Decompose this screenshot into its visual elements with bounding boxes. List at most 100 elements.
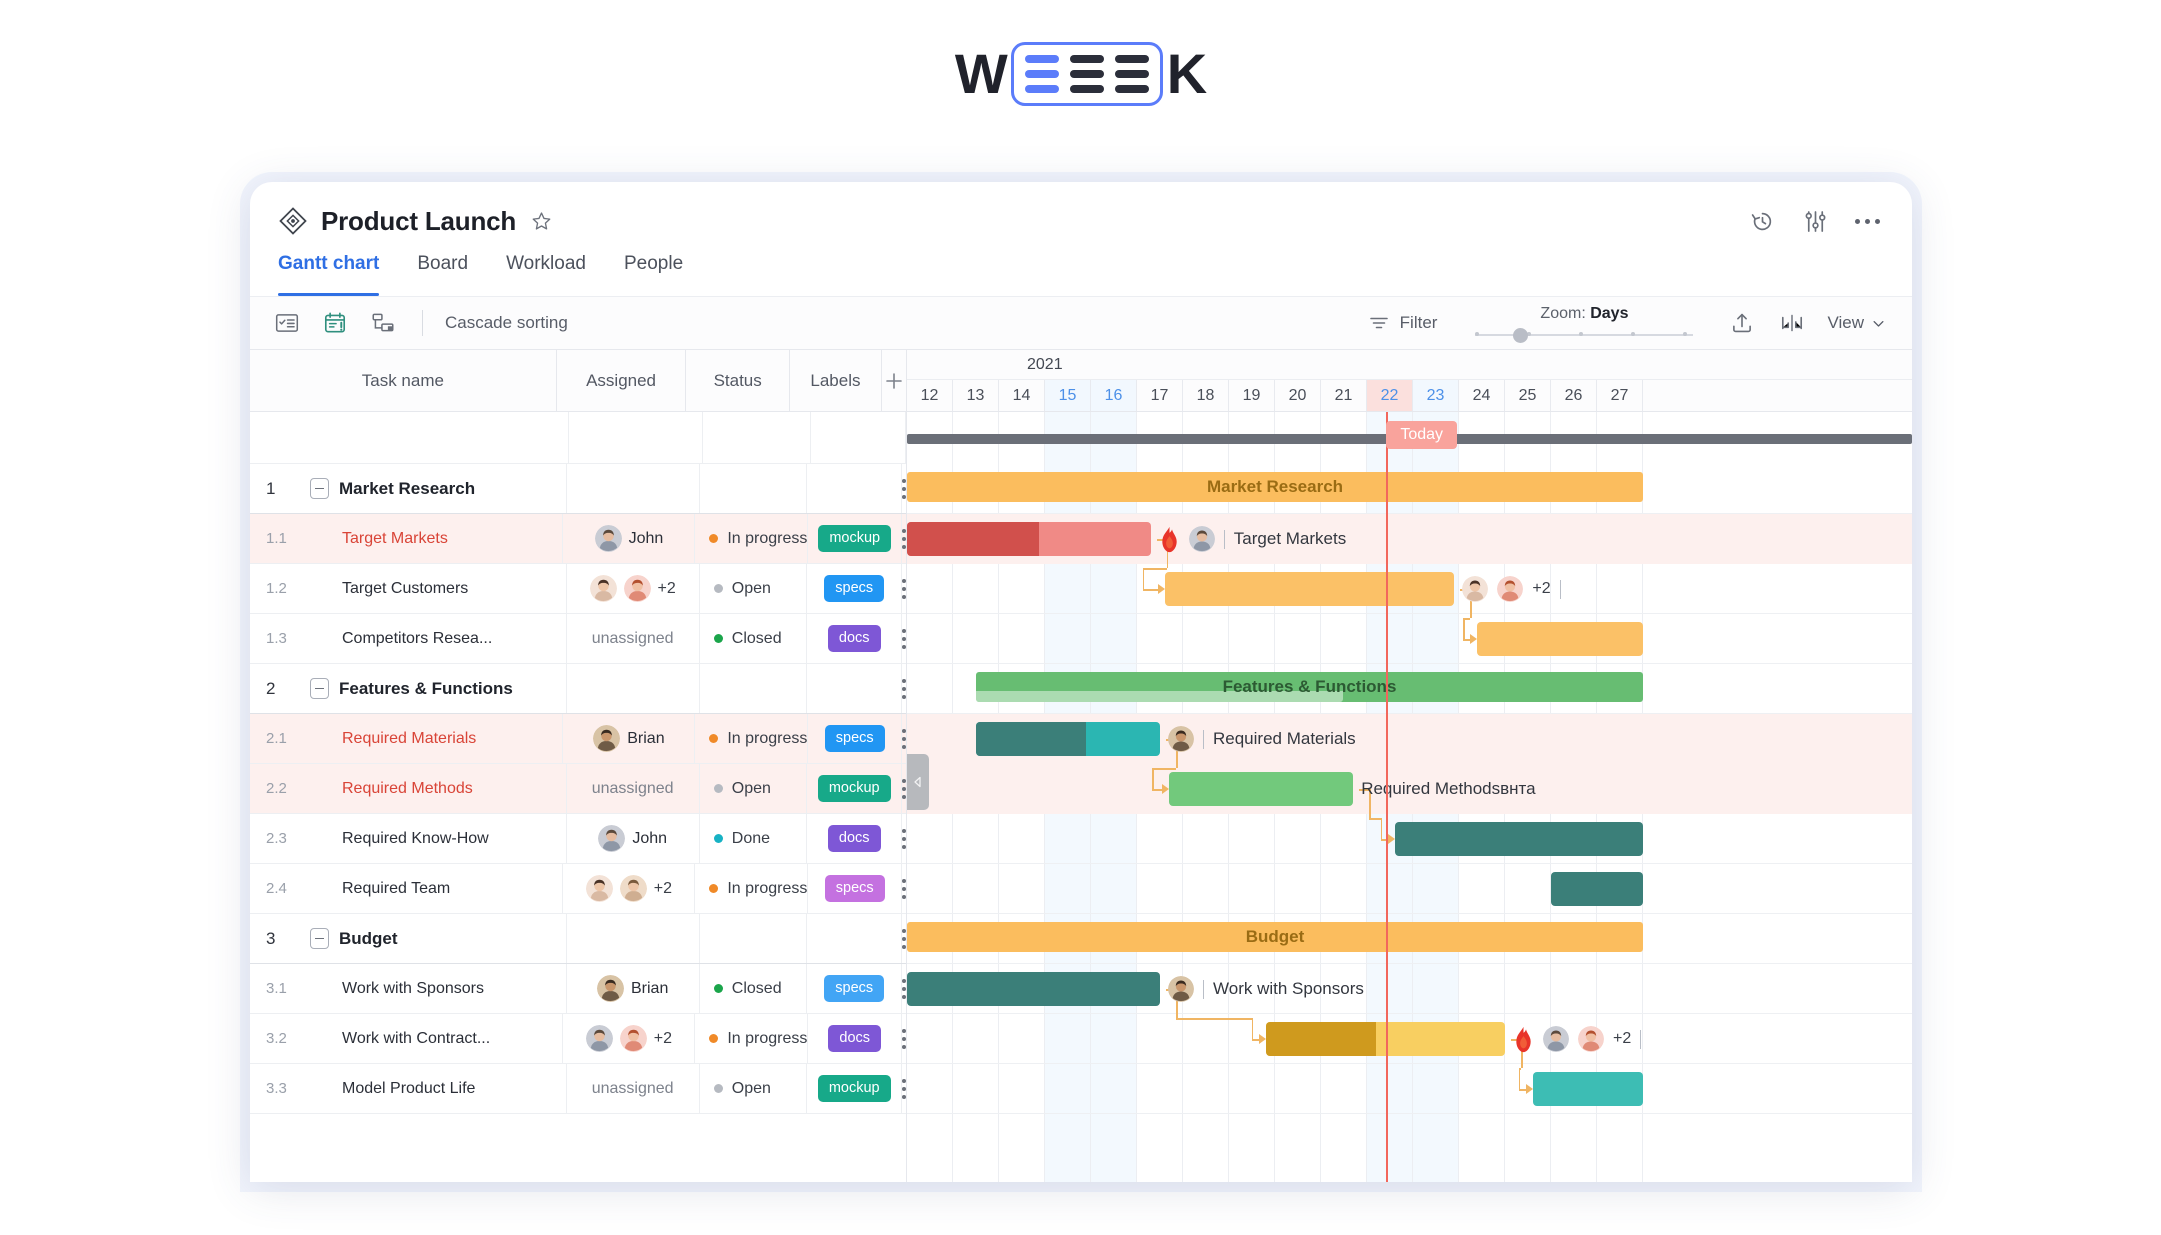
- cell-assigned[interactable]: [567, 664, 700, 713]
- task-name[interactable]: Target Customers: [342, 580, 468, 598]
- fit-chart-icon[interactable]: [1779, 310, 1805, 336]
- label-chip[interactable]: docs: [828, 1025, 882, 1052]
- avatar[interactable]: [1578, 1026, 1604, 1052]
- avatar[interactable]: [589, 575, 617, 602]
- task-name[interactable]: Required Methods: [342, 780, 473, 798]
- tab-gantt-chart[interactable]: Gantt chart: [278, 253, 380, 296]
- avatar[interactable]: [1168, 726, 1194, 752]
- label-chip[interactable]: docs: [827, 825, 881, 852]
- row-menu-button[interactable]: [901, 814, 906, 863]
- cell-assigned[interactable]: +2: [567, 564, 700, 613]
- avatar[interactable]: [585, 1025, 613, 1052]
- cell-status[interactable]: [700, 914, 808, 963]
- add-column-button[interactable]: [882, 350, 906, 411]
- cell-assigned[interactable]: +2: [563, 864, 696, 913]
- zoom-slider[interactable]: [1475, 327, 1694, 343]
- cell-status[interactable]: In progress: [695, 514, 809, 563]
- table-row[interactable]: 1.1 Target Markets John In progress mock…: [250, 514, 906, 564]
- hierarchy-icon[interactable]: [370, 310, 396, 336]
- cell-status[interactable]: [700, 664, 808, 713]
- cell-assigned[interactable]: unassigned: [567, 614, 700, 663]
- row-menu-button[interactable]: [901, 614, 906, 663]
- cell-labels[interactable]: [807, 664, 902, 713]
- table-row[interactable]: 3.2 Work with Contract... +2 In progress…: [250, 1014, 906, 1064]
- collapse-group-button[interactable]: [310, 678, 329, 699]
- cell-status[interactable]: Closed: [700, 964, 808, 1013]
- assignee-unassigned[interactable]: unassigned: [592, 780, 674, 798]
- column-header-labels[interactable]: Labels: [790, 350, 882, 411]
- checklist-icon[interactable]: [274, 310, 300, 336]
- label-chip[interactable]: specs: [824, 975, 885, 1002]
- cell-assigned[interactable]: [567, 464, 700, 513]
- label-chip[interactable]: mockup: [817, 775, 891, 802]
- column-header-assigned[interactable]: Assigned: [557, 350, 687, 411]
- cell-status[interactable]: Open: [700, 1064, 808, 1113]
- history-icon[interactable]: [1749, 208, 1776, 235]
- cell-labels[interactable]: [807, 464, 902, 513]
- cell-labels[interactable]: docs: [807, 614, 902, 663]
- star-icon[interactable]: [530, 210, 553, 233]
- cell-status[interactable]: Open: [700, 764, 808, 813]
- row-menu-button[interactable]: [902, 864, 906, 913]
- cell-status[interactable]: In progress: [695, 864, 809, 913]
- row-menu-button[interactable]: [901, 1064, 906, 1113]
- cell-labels[interactable]: docs: [807, 814, 902, 863]
- cell-assigned[interactable]: [567, 914, 700, 963]
- row-menu-button[interactable]: [902, 1014, 906, 1063]
- avatar[interactable]: [619, 875, 647, 902]
- table-row-group[interactable]: 2 Features & Functions: [250, 664, 906, 714]
- label-chip[interactable]: mockup: [818, 525, 892, 552]
- row-menu-button[interactable]: [901, 764, 906, 813]
- cell-labels[interactable]: [807, 914, 902, 963]
- cell-status[interactable]: In progress: [695, 714, 809, 763]
- cell-labels[interactable]: specs: [808, 714, 902, 763]
- task-name[interactable]: Required Know-How: [342, 830, 489, 848]
- view-dropdown[interactable]: View: [1827, 313, 1886, 333]
- settings-sliders-icon[interactable]: [1802, 208, 1829, 235]
- avatar[interactable]: [1168, 976, 1194, 1002]
- avatar[interactable]: [619, 1025, 647, 1052]
- table-row[interactable]: 3.3 Model Product Life unassigned Open m…: [250, 1064, 906, 1114]
- task-name[interactable]: Work with Sponsors: [342, 980, 484, 998]
- calendar-alert-icon[interactable]: [322, 310, 348, 336]
- table-row[interactable]: 1.2 Target Customers +2 Open specs: [250, 564, 906, 614]
- zoom-slider-knob[interactable]: [1513, 327, 1529, 343]
- column-header-task-name[interactable]: Task name: [250, 350, 557, 411]
- export-upload-icon[interactable]: [1729, 310, 1755, 336]
- cell-labels[interactable]: mockup: [807, 1064, 902, 1113]
- cell-assigned[interactable]: John: [563, 514, 696, 563]
- avatar[interactable]: [594, 525, 622, 552]
- avatar[interactable]: [1543, 1026, 1569, 1052]
- task-name[interactable]: Required Materials: [342, 730, 476, 748]
- table-row[interactable]: 3.1 Work with Sponsors Brian Closed spec…: [250, 964, 906, 1014]
- cell-labels[interactable]: docs: [808, 1014, 902, 1063]
- avatar[interactable]: [598, 825, 626, 852]
- task-name[interactable]: Work with Contract...: [342, 1030, 490, 1048]
- avatar[interactable]: [596, 975, 624, 1002]
- label-chip[interactable]: mockup: [817, 1075, 891, 1102]
- table-row-group[interactable]: 1 Market Research: [250, 464, 906, 514]
- cell-assigned[interactable]: John: [567, 814, 700, 863]
- row-menu-button[interactable]: [902, 714, 906, 763]
- row-menu-button[interactable]: [901, 664, 906, 713]
- label-chip[interactable]: specs: [824, 575, 885, 602]
- cell-status[interactable]: [700, 464, 808, 513]
- assignee-unassigned[interactable]: unassigned: [592, 630, 674, 648]
- assignee-extra-count[interactable]: +2: [654, 880, 672, 898]
- collapse-group-button[interactable]: [310, 928, 329, 949]
- avatar[interactable]: [593, 725, 621, 752]
- cell-labels[interactable]: mockup: [807, 764, 902, 813]
- label-chip[interactable]: specs: [824, 875, 885, 902]
- table-row-group[interactable]: 3 Budget: [250, 914, 906, 964]
- tab-people[interactable]: People: [624, 253, 683, 296]
- row-menu-button[interactable]: [901, 564, 906, 613]
- cell-status[interactable]: Done: [700, 814, 808, 863]
- gantt-collapse-handle[interactable]: [907, 754, 929, 810]
- avatar[interactable]: [1188, 526, 1215, 552]
- cell-assigned[interactable]: unassigned: [567, 1064, 700, 1113]
- filter-button[interactable]: Filter: [1367, 311, 1437, 335]
- cell-assigned[interactable]: Brian: [567, 964, 700, 1013]
- assignee-extra-count[interactable]: +2: [654, 1030, 672, 1048]
- more-options-icon[interactable]: [1855, 218, 1880, 224]
- row-menu-button[interactable]: [901, 464, 906, 513]
